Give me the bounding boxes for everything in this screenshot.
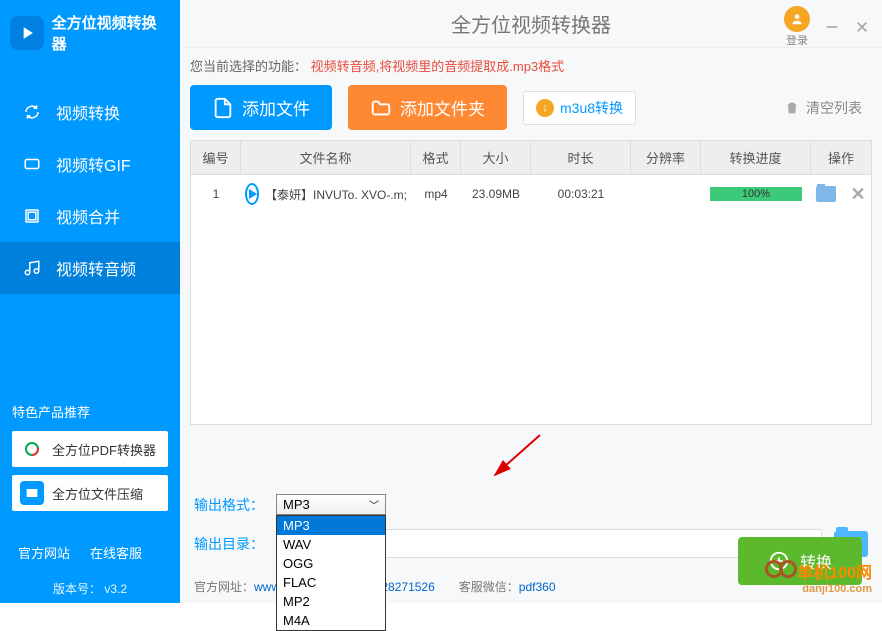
select-value: MP3 bbox=[283, 497, 310, 512]
option-flac[interactable]: FLAC bbox=[277, 573, 385, 592]
titlebar: 全方位视频转换器 登录 bbox=[180, 0, 882, 48]
nav-label: 视频转音频 bbox=[56, 256, 136, 280]
m3u8-button[interactable]: ↓ m3u8转换 bbox=[523, 91, 636, 125]
th-dur: 时长 bbox=[531, 141, 631, 174]
nav-video-gif[interactable]: 视频转GIF bbox=[0, 138, 180, 190]
refresh-icon bbox=[22, 102, 42, 122]
add-file-button[interactable]: 添加文件 bbox=[190, 85, 332, 130]
links: 官方网站 在线客服 bbox=[0, 531, 180, 574]
open-folder-icon[interactable] bbox=[816, 186, 836, 202]
file-icon bbox=[212, 97, 234, 119]
nav-label: 视频转换 bbox=[56, 100, 120, 124]
gif-icon bbox=[22, 154, 42, 174]
table-body: 1 【泰妍】INVUTo. XVO-.m; mp4 23.09MB 00:03:… bbox=[190, 175, 872, 425]
cell-num: 1 bbox=[191, 187, 241, 201]
option-mp3[interactable]: MP3 bbox=[277, 516, 385, 535]
convert-button[interactable]: 转换 bbox=[738, 537, 862, 585]
output-format-select[interactable]: MP3 ﹀ MP3 WAV OGG FLAC MP2 M4A bbox=[276, 494, 386, 515]
app-name: 全方位视频转换器 bbox=[52, 12, 170, 54]
cell-dur: 00:03:21 bbox=[531, 187, 631, 201]
output-format-label: 输出格式： bbox=[194, 495, 264, 515]
title: 全方位视频转换器 bbox=[451, 9, 611, 38]
table-row: 1 【泰妍】INVUTo. XVO-.m; mp4 23.09MB 00:03:… bbox=[191, 175, 871, 213]
th-num: 编号 bbox=[191, 141, 241, 174]
func-prefix: 您当前选择的功能： bbox=[190, 59, 307, 74]
function-tip: 您当前选择的功能： 视频转音频,将视频里的音频提取成.mp3格式 bbox=[180, 48, 882, 81]
main: 全方位视频转换器 登录 您当前选择的功能： 视频转音频,将视频里的音频提取成.m… bbox=[180, 0, 882, 603]
nav-video-audio[interactable]: 视频转音频 bbox=[0, 242, 180, 294]
option-wav[interactable]: WAV bbox=[277, 535, 385, 554]
cell-size: 23.09MB bbox=[461, 187, 531, 201]
add-folder-label: 添加文件夹 bbox=[400, 95, 485, 120]
clear-label: 清空列表 bbox=[806, 98, 862, 118]
annotation-arrow bbox=[490, 430, 550, 480]
nav-video-convert[interactable]: 视频转换 bbox=[0, 86, 180, 138]
trash-icon bbox=[784, 100, 800, 116]
logo: 全方位视频转换器 bbox=[0, 0, 180, 66]
cell-name: 【泰妍】INVUTo. XVO-.m; bbox=[241, 183, 411, 205]
pdf-icon bbox=[20, 437, 44, 461]
th-prog: 转换进度 bbox=[701, 141, 811, 174]
link-site[interactable]: 官方网站 bbox=[18, 543, 70, 562]
chevron-down-icon: ﹀ bbox=[369, 497, 379, 512]
recommend-pdf[interactable]: 全方位PDF转换器 bbox=[12, 431, 168, 467]
table-header: 编号 文件名称 格式 大小 时长 分辨率 转换进度 操作 bbox=[190, 140, 872, 175]
add-file-label: 添加文件 bbox=[242, 95, 310, 120]
func-desc: 视频转音频,将视频里的音频提取成.mp3格式 bbox=[311, 59, 565, 74]
m3u8-label: m3u8转换 bbox=[560, 98, 623, 118]
remove-icon[interactable]: ✕ bbox=[850, 184, 865, 205]
logo-icon bbox=[10, 16, 44, 50]
version: 版本号： v3.2 bbox=[0, 574, 180, 603]
compress-icon bbox=[20, 481, 44, 505]
play-icon[interactable] bbox=[245, 183, 259, 205]
clear-list-button[interactable]: 清空列表 bbox=[784, 98, 872, 118]
recommend-compress[interactable]: 全方位文件压缩 bbox=[12, 475, 168, 511]
nav-label: 视频合并 bbox=[56, 204, 120, 228]
nav-video-merge[interactable]: 视频合并 bbox=[0, 190, 180, 242]
table: 编号 文件名称 格式 大小 时长 分辨率 转换进度 操作 1 【泰妍】INVUT… bbox=[190, 140, 872, 425]
th-op: 操作 bbox=[811, 141, 871, 174]
toolbar: 添加文件 添加文件夹 ↓ m3u8转换 清空列表 bbox=[180, 81, 882, 140]
format-dropdown: MP3 WAV OGG FLAC MP2 M4A bbox=[276, 515, 386, 631]
output-dir-label: 输出目录： bbox=[194, 534, 264, 554]
th-fmt: 格式 bbox=[411, 141, 461, 174]
download-icon: ↓ bbox=[536, 99, 554, 117]
nav: 视频转换 视频转GIF 视频合并 视频转音频 bbox=[0, 86, 180, 294]
recommend: 特色产品推荐 全方位PDF转换器 全方位文件压缩 bbox=[0, 390, 180, 531]
th-name: 文件名称 bbox=[241, 141, 411, 174]
convert-label: 转换 bbox=[800, 549, 832, 573]
progress-bar: 100% bbox=[710, 187, 802, 201]
merge-icon bbox=[22, 206, 42, 226]
user-icon bbox=[784, 6, 810, 32]
recommend-title: 特色产品推荐 bbox=[12, 402, 168, 421]
recommend-label: 全方位PDF转换器 bbox=[52, 440, 156, 459]
folder-icon bbox=[370, 97, 392, 119]
music-icon bbox=[22, 258, 42, 278]
link-support[interactable]: 在线客服 bbox=[90, 543, 142, 562]
add-folder-button[interactable]: 添加文件夹 bbox=[348, 85, 507, 130]
cell-fmt: mp4 bbox=[411, 187, 461, 201]
th-size: 大小 bbox=[461, 141, 531, 174]
recommend-label: 全方位文件压缩 bbox=[52, 484, 143, 503]
footer-wx: pdf360 bbox=[519, 580, 556, 594]
close-button[interactable] bbox=[854, 19, 870, 35]
cell-op: ✕ bbox=[811, 184, 871, 205]
nav-label: 视频转GIF bbox=[56, 152, 131, 176]
login-button[interactable]: 登录 bbox=[784, 6, 810, 48]
sidebar: 全方位视频转换器 视频转换 视频转GIF 视频合并 视频转音频 特色产品推荐 bbox=[0, 0, 180, 603]
option-ogg[interactable]: OGG bbox=[277, 554, 385, 573]
th-res: 分辨率 bbox=[631, 141, 701, 174]
convert-icon bbox=[768, 550, 790, 572]
cell-prog: 100% bbox=[701, 187, 811, 201]
minimize-button[interactable] bbox=[824, 19, 840, 35]
option-m4a[interactable]: M4A bbox=[277, 611, 385, 630]
login-label: 登录 bbox=[786, 32, 808, 48]
file-name: 【泰妍】INVUTo. XVO-.m; bbox=[265, 186, 407, 203]
option-mp2[interactable]: MP2 bbox=[277, 592, 385, 611]
